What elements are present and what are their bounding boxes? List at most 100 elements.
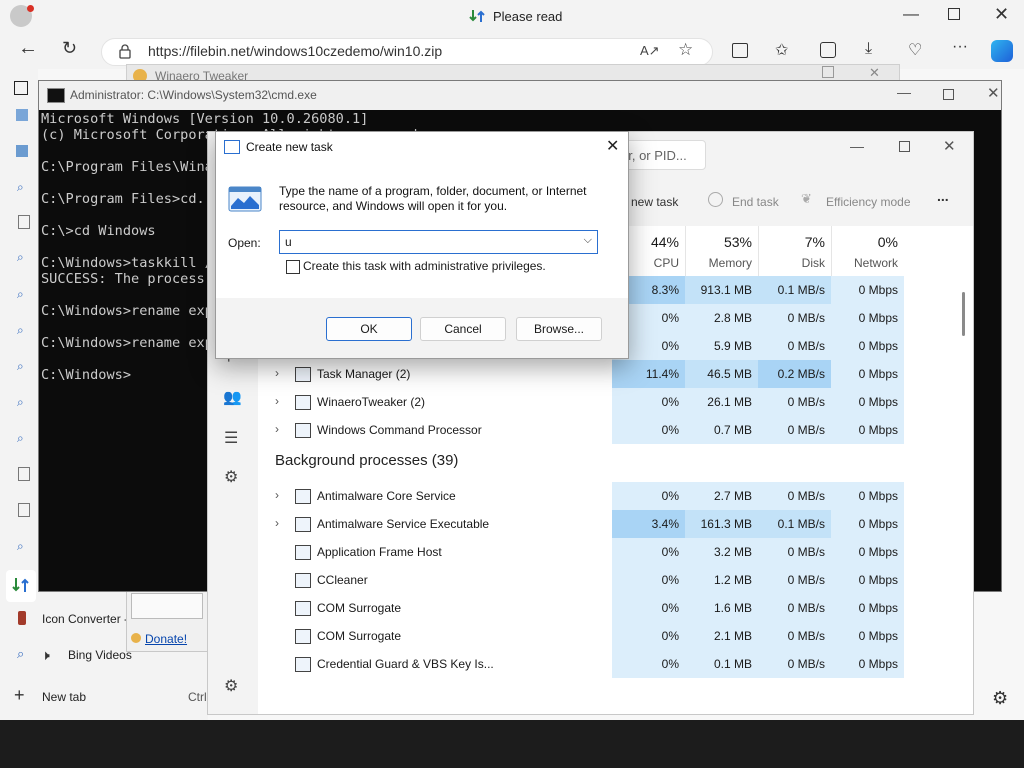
ok-button[interactable]: OK bbox=[326, 317, 412, 341]
lock-icon[interactable] bbox=[118, 43, 132, 59]
search-icon[interactable]: ⌕ bbox=[17, 431, 24, 446]
cmd-app-icon bbox=[47, 88, 65, 103]
tab-title[interactable]: Please read bbox=[493, 9, 562, 24]
cmd-close-button[interactable]: ✕ bbox=[987, 84, 1000, 102]
services-nav-icon[interactable]: ⚙ bbox=[224, 467, 238, 487]
favorite-star-icon[interactable]: ☆ bbox=[678, 40, 693, 60]
page-icon[interactable] bbox=[18, 215, 30, 229]
mem-value: 2.7 MB bbox=[713, 489, 752, 503]
process-row[interactable]: 0% 1.6 MB 0 MB/s 0 Mbps COM Surrogate bbox=[258, 594, 973, 622]
process-name: Antimalware Service Executable bbox=[317, 517, 490, 531]
close-button[interactable]: ✕ bbox=[994, 4, 1009, 25]
cpu-value: 3.4% bbox=[651, 517, 679, 531]
efficiency-mode-button[interactable]: Efficiency mode bbox=[826, 195, 911, 209]
read-aloud-icon[interactable]: A↗ bbox=[640, 43, 660, 59]
tab-icon[interactable] bbox=[16, 145, 28, 157]
settings-nav-icon[interactable]: ⚙ bbox=[224, 676, 238, 696]
page-icon[interactable] bbox=[18, 467, 30, 481]
expand-chevron-icon[interactable]: › bbox=[275, 516, 279, 530]
process-row[interactable]: 0% 1.2 MB 0 MB/s 0 Mbps CCleaner bbox=[258, 566, 973, 594]
tm-more-button[interactable]: ... bbox=[937, 188, 949, 204]
process-icon bbox=[295, 423, 311, 438]
expand-chevron-icon[interactable]: › bbox=[275, 422, 279, 436]
new-tab-plus-icon[interactable]: + bbox=[14, 685, 25, 706]
admin-checkbox[interactable] bbox=[286, 260, 300, 274]
donate-link[interactable]: Donate! bbox=[145, 632, 187, 646]
process-row[interactable]: 11.4% 46.5 MB 0.2 MB/s 0 Mbps › Task Manager … bbox=[258, 360, 973, 388]
page-icon[interactable] bbox=[18, 503, 30, 517]
run-new-task-button[interactable]: new task bbox=[631, 195, 678, 209]
profile-avatar[interactable] bbox=[10, 5, 34, 27]
cpu-value: 0% bbox=[661, 423, 679, 437]
disk-header[interactable]: 7% Disk bbox=[758, 226, 832, 276]
more-menu-icon[interactable]: ··· bbox=[952, 38, 968, 56]
memory-header[interactable]: 53% Memory bbox=[685, 226, 759, 276]
search-icon[interactable]: ⌕ bbox=[17, 250, 24, 265]
process-row[interactable]: 0% 0.7 MB 0 MB/s 0 Mbps › Windows Command Pro… bbox=[258, 416, 973, 444]
restore-button[interactable] bbox=[948, 8, 960, 20]
tab-label[interactable]: Icon Converter - bbox=[42, 612, 128, 626]
end-task-icon bbox=[708, 192, 723, 207]
search-icon[interactable]: ⌕ bbox=[17, 395, 24, 410]
copilot-icon[interactable] bbox=[991, 40, 1013, 62]
back-arrow-icon[interactable]: ← bbox=[18, 37, 38, 60]
downloads-icon[interactable]: ⤓ bbox=[865, 40, 872, 58]
tab-label[interactable]: Bing Videos bbox=[68, 648, 132, 662]
tab-actions-icon[interactable] bbox=[14, 81, 28, 95]
cpu-value: 0% bbox=[661, 657, 679, 671]
process-row[interactable]: 0% 0.1 MB 0 MB/s 0 Mbps Credential Guard & V… bbox=[258, 650, 973, 678]
process-row[interactable]: 0% 26.1 MB 0 MB/s 0 Mbps › WinaeroTweaker (2) bbox=[258, 388, 973, 416]
process-row[interactable]: 0% 2.7 MB 0 MB/s 0 Mbps › Antimalware Core Se… bbox=[258, 482, 973, 510]
refresh-icon[interactable]: ↻ bbox=[62, 38, 77, 59]
cancel-button[interactable]: Cancel bbox=[420, 317, 506, 341]
scrollbar-thumb[interactable] bbox=[962, 292, 965, 336]
process-name: COM Surrogate bbox=[317, 629, 402, 643]
disk-value: 0.2 MB/s bbox=[777, 367, 825, 381]
network-header[interactable]: 0% Network bbox=[831, 226, 904, 276]
mem-value: 0.7 MB bbox=[713, 423, 752, 437]
active-tab[interactable] bbox=[6, 570, 36, 602]
search-icon[interactable]: ⌕ bbox=[17, 323, 24, 338]
search-icon[interactable]: ⌕ bbox=[17, 180, 24, 195]
browse-button[interactable]: Browse... bbox=[516, 317, 602, 341]
tm-minimize-button[interactable]: — bbox=[850, 138, 864, 154]
collections-icon[interactable] bbox=[820, 42, 836, 58]
favorites-icon[interactable]: ✩ bbox=[775, 40, 788, 60]
expand-chevron-icon[interactable]: › bbox=[275, 394, 279, 408]
search-icon[interactable]: ⌕ bbox=[17, 359, 24, 374]
tm-close-button[interactable]: ✕ bbox=[943, 137, 956, 155]
process-name: Credential Guard & VBS Key Is... bbox=[317, 657, 494, 671]
mem-value: 46.5 MB bbox=[707, 367, 752, 381]
minimize-button[interactable]: — bbox=[903, 6, 919, 24]
settings-gear-icon[interactable]: ⚙ bbox=[992, 688, 1008, 709]
chevron-down-icon[interactable]: ⌵ bbox=[584, 234, 592, 247]
new-tab-label[interactable]: New tab bbox=[42, 690, 86, 704]
tab-icon[interactable] bbox=[16, 109, 28, 121]
cmd-minimize-button[interactable]: — bbox=[897, 84, 911, 100]
network-total: 0% bbox=[877, 234, 898, 250]
details-nav-icon[interactable]: ☰ bbox=[224, 428, 238, 448]
end-task-button[interactable]: End task bbox=[732, 195, 779, 209]
search-icon[interactable]: ⌕ bbox=[17, 287, 24, 302]
split-screen-icon[interactable] bbox=[732, 43, 748, 58]
search-icon[interactable]: ⌕ bbox=[17, 539, 24, 554]
process-row[interactable]: 0% 2.1 MB 0 MB/s 0 Mbps COM Surrogate bbox=[258, 622, 973, 650]
open-input-value[interactable]: u bbox=[285, 235, 292, 249]
dialog-close-button[interactable]: ✕ bbox=[606, 136, 619, 156]
winaero-close-button[interactable]: ✕ bbox=[869, 65, 880, 81]
dialog-titlebar: Create new task ✕ bbox=[216, 132, 628, 162]
mem-value: 1.6 MB bbox=[713, 601, 752, 615]
winaero-restore-button[interactable] bbox=[822, 66, 834, 78]
process-row[interactable]: 0% 3.2 MB 0 MB/s 0 Mbps Application Frame Ho… bbox=[258, 538, 973, 566]
tm-maximize-button[interactable] bbox=[899, 141, 910, 152]
process-row[interactable]: 3.4% 161.3 MB 0.1 MB/s 0 Mbps › Antimalware S… bbox=[258, 510, 973, 538]
screen-bottom-area bbox=[0, 720, 1024, 768]
performance-heart-icon[interactable]: ♡ bbox=[908, 40, 922, 60]
expand-chevron-icon[interactable]: › bbox=[275, 488, 279, 502]
open-combobox[interactable]: u ⌵ bbox=[279, 230, 598, 254]
efficiency-leaf-icon: ❦ bbox=[801, 191, 812, 206]
cmd-maximize-button[interactable] bbox=[943, 89, 954, 100]
users-nav-icon[interactable]: 👥 bbox=[223, 388, 242, 406]
url-text[interactable]: https://filebin.net/windows10czedemo/win… bbox=[148, 43, 442, 59]
expand-chevron-icon[interactable]: › bbox=[275, 366, 279, 380]
